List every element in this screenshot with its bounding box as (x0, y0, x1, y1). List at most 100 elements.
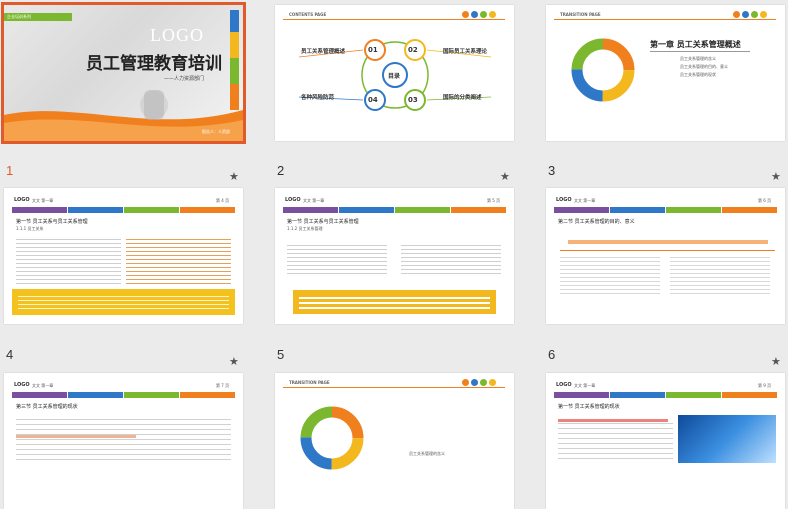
nav-tab-3[interactable]: 国际的分类阐述 (666, 207, 721, 223)
animation-star-icon[interactable]: ★ (229, 170, 239, 183)
nav-tab-1[interactable]: 员工关系管理概述 (554, 392, 609, 408)
slide-number-6: 6 (548, 347, 556, 362)
nav-tab-4[interactable]: 各种风险防范 (180, 392, 235, 408)
body-text-right (401, 242, 501, 276)
contents-item-4: 各种风险防范 (301, 95, 335, 101)
body-text-left (560, 254, 660, 294)
slide-number-5: 5 (277, 347, 285, 362)
contents-num-3: 03 (408, 96, 418, 104)
slide-page: 第 6 页 (758, 198, 772, 203)
animation-star-icon[interactable]: ★ (771, 355, 781, 368)
slide-logo: LOGO (556, 197, 572, 203)
transition-bullet-3: 员工关系管理的现状 (680, 72, 716, 77)
contents-center-label: 目录 (388, 73, 401, 80)
slide-logo: LOGO (285, 197, 301, 203)
animation-star-icon[interactable]: ★ (500, 170, 510, 183)
body-text-right (670, 254, 770, 294)
slide-logo: LOGO (14, 197, 30, 203)
slide-thumbnail-7[interactable]: LOGO 文文 第一章 第 7 页 员工关系管理概述 国际员工关系理论 国际的分… (4, 373, 243, 509)
nav-tab-4[interactable]: 各种风险防范 (451, 207, 506, 223)
body-text-right (126, 236, 231, 284)
nav-tab-1[interactable]: 员工关系管理概述 (283, 207, 338, 223)
donut-graphic (571, 38, 635, 102)
section-title: 第一节 员工关系与员工关系管理 (287, 219, 359, 225)
slide-page: 第 4 页 (216, 198, 230, 203)
slide-page: 第 7 页 (216, 383, 230, 388)
slide-number-3: 3 (548, 163, 556, 178)
slide-thumbnail-5[interactable]: LOGO 文文 第一章 第 5 页 员工关系管理概述 国际员工关系理论 国际的分… (275, 188, 514, 324)
cover-stripe-blue (230, 10, 239, 32)
slide-number-4: 4 (6, 347, 14, 362)
slide-crumb: 文文 第一章 (303, 198, 325, 203)
contents-num-1: 01 (368, 46, 378, 54)
section-sub: 1.1.1 员工关系 (16, 226, 44, 231)
cover-logo: LOGO (150, 25, 204, 45)
animation-star-icon[interactable]: ★ (771, 170, 781, 183)
slide-thumbnail-2[interactable]: CONTENTS PAGE 目录 01 02 03 04 员工关系管理概述 国际… (275, 5, 514, 141)
nav-tab-2[interactable]: 国际员工关系理论 (68, 392, 123, 408)
slide-number-2: 2 (277, 163, 285, 178)
nav-tab-3[interactable]: 国际的分类阐述 (395, 207, 450, 223)
nav-tab-1[interactable]: 员工关系管理概述 (12, 207, 67, 223)
slide-logo: LOGO (556, 382, 572, 388)
donut-graphic (300, 406, 364, 470)
nav-tab-4[interactable]: 各种风险防范 (180, 207, 235, 223)
transition-bullet-1: 员工关系管理的含义 (409, 451, 445, 456)
header-rule (554, 19, 776, 20)
contents-item-2: 国际员工关系理论 (443, 49, 488, 55)
slide-page: 第 5 页 (487, 198, 501, 203)
slide-crumb: 文文 第一章 (574, 198, 596, 203)
slide-crumb: 文文 第一章 (574, 383, 596, 388)
slide-thumbnail-9[interactable]: LOGO 文文 第一章 第 9 页 员工关系管理概述 国际员工关系理论 国际的分… (546, 373, 785, 509)
highlight-text (299, 294, 490, 310)
nav-tab-2[interactable]: 国际员工关系理论 (68, 207, 123, 223)
content-photo (678, 415, 776, 463)
body-text-left (16, 236, 121, 284)
cover-tag: 企业培训系列 (7, 14, 31, 19)
slide-page: 第 9 页 (758, 383, 772, 388)
slide-thumbnail-6[interactable]: LOGO 文文 第一章 第 6 页 员工关系管理概述 国际员工关系理论 国际的分… (546, 188, 785, 324)
slide-thumbnail-4[interactable]: LOGO 文文 第一章 第 4 页 员工关系管理概述 国际员工关系理论 国际的分… (4, 188, 243, 324)
dot-green-icon (751, 11, 758, 18)
nav-tab-1[interactable]: 员工关系管理概述 (554, 207, 609, 223)
lead-line (568, 240, 768, 244)
dot-yellow-icon (489, 379, 496, 386)
cover-title: 员工管理教育培训 (86, 54, 222, 74)
highlight-text (18, 293, 229, 311)
section-title: 第三节 员工关系管理的现状 (16, 404, 78, 410)
nav-tab-3[interactable]: 国际的分类阐述 (666, 392, 721, 408)
nav-tab-2[interactable]: 国际员工关系理论 (610, 392, 665, 408)
header-rule (283, 387, 505, 388)
highlight-line (16, 435, 136, 438)
transition-bullet-2: 员工关系管理的目的、意义 (680, 64, 728, 69)
nav-tab-4[interactable]: 各种风险防范 (722, 392, 777, 408)
section-title: 第一节 员工关系与员工关系管理 (16, 219, 88, 225)
divider (560, 250, 775, 251)
cover-stripe-yellow (230, 32, 239, 58)
nav-tab-4[interactable]: 各种风险防范 (722, 207, 777, 223)
chapter-rule (650, 51, 750, 52)
transition-header: TRANSITION PAGE (560, 12, 601, 17)
body-text-left (287, 242, 387, 276)
nav-tab-2[interactable]: 国际员工关系理论 (339, 207, 394, 223)
dot-orange-icon (733, 11, 740, 18)
animation-star-icon[interactable]: ★ (229, 355, 239, 368)
slide-thumbnail-3[interactable]: TRANSITION PAGE 第一章 员工关系管理概述 员工关系管理的含义 员… (546, 5, 785, 141)
transition-header: TRANSITION PAGE (289, 380, 330, 385)
slide-logo: LOGO (14, 382, 30, 388)
contents-item-3: 国际的分类阐述 (443, 95, 482, 101)
nav-tab-1[interactable]: 员工关系管理概述 (12, 392, 67, 408)
chapter-title: 第一章 员工关系管理概述 (650, 40, 741, 49)
dot-blue-icon (742, 11, 749, 18)
nav-tab-2[interactable]: 国际员工关系理论 (610, 207, 665, 223)
cover-reporter: 报告人：人资部 (202, 129, 230, 134)
dot-green-icon (480, 379, 487, 386)
slide-thumbnail-8[interactable]: TRANSITION PAGE 员工关系管理的含义 (275, 373, 514, 509)
dot-yellow-icon (760, 11, 767, 18)
slide-thumbnail-1[interactable]: 企业培训系列 LOGO 员工管理教育培训 ——人力资源部门 报告人：人资部 (1, 2, 246, 144)
nav-tab-3[interactable]: 国际的分类阐述 (124, 207, 179, 223)
nav-tab-3[interactable]: 国际的分类阐述 (124, 392, 179, 408)
contents-num-2: 02 (408, 46, 418, 54)
transition-bullet-1: 员工关系管理的含义 (680, 56, 716, 61)
slide-crumb: 文文 第一章 (32, 383, 54, 388)
